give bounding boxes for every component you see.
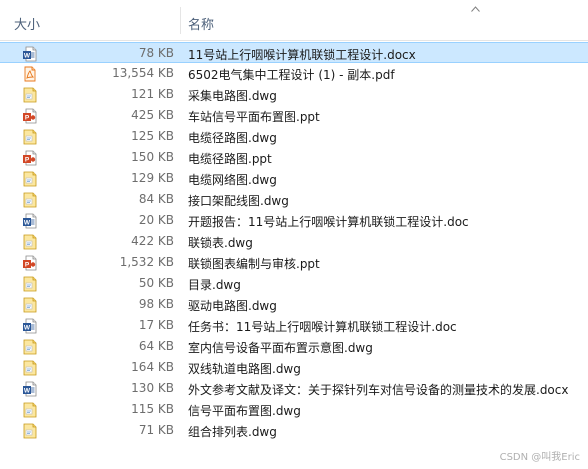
file-size: 1,532 KB [119,255,174,269]
file-name[interactable]: 组合排列表.dwg [188,423,277,440]
file-name[interactable]: 外文参考文献及译文：关于探针列车对信号设备的测量技术的发展.docx [188,381,568,398]
file-size: 84 KB [138,192,174,206]
file-row[interactable]: 64 KB 室内信号设备平面布置示意图.dwg [0,336,588,357]
dwg-drawing-icon [22,87,38,103]
file-name[interactable]: 室内信号设备平面布置示意图.dwg [188,339,373,356]
dwg-drawing-icon [22,234,38,250]
file-size: 50 KB [138,276,174,290]
word-document-icon: W [22,318,38,334]
file-name[interactable]: 任务书：11号站上行咽喉计算机联锁工程设计.doc [188,318,457,335]
dwg-drawing-icon [22,171,38,187]
dwg-drawing-icon [22,276,38,292]
file-name[interactable]: 车站信号平面布置图.ppt [188,108,320,125]
file-name[interactable]: 信号平面布置图.dwg [188,402,301,419]
word-document-icon: W [22,381,38,397]
word-document-icon: W [22,213,38,229]
file-size: 98 KB [138,297,174,311]
file-list: W 78 KB 11号站上行咽喉计算机联锁工程设计.docx 13,554 KB 650… [0,42,588,441]
file-name[interactable]: 电缆网络图.dwg [188,171,277,188]
dwg-drawing-icon [22,423,38,439]
file-size: 130 KB [131,381,174,395]
file-name[interactable]: 采集电路图.dwg [188,87,277,104]
file-size: 71 KB [138,423,174,437]
file-row[interactable]: 98 KB 驱动电路图.dwg [0,294,588,315]
dwg-drawing-icon [22,192,38,208]
file-row[interactable]: W 20 KB 开题报告：11号站上行咽喉计算机联锁工程设计.doc [0,210,588,231]
file-size: 20 KB [138,213,174,227]
file-size: 64 KB [138,339,174,353]
dwg-drawing-icon [22,129,38,145]
file-row[interactable]: 13,554 KB 6502电气集中工程设计 (1) - 副本.pdf [0,63,588,84]
file-row[interactable]: 115 KB 信号平面布置图.dwg [0,399,588,420]
file-size: 115 KB [131,402,174,416]
dwg-drawing-icon [22,360,38,376]
file-size: 129 KB [131,171,174,185]
word-document-icon: W [22,46,38,62]
file-name[interactable]: 接口架配线图.dwg [188,192,289,209]
file-size: 121 KB [131,87,174,101]
file-row[interactable]: 71 KB 组合排列表.dwg [0,420,588,441]
file-row[interactable]: 129 KB 电缆网络图.dwg [0,168,588,189]
file-name[interactable]: 11号站上行咽喉计算机联锁工程设计.docx [188,46,416,63]
file-row[interactable]: 50 KB 目录.dwg [0,273,588,294]
file-size: 125 KB [131,129,174,143]
column-header-bar: 大小 名称 [0,0,588,41]
svg-text:W: W [24,388,31,395]
svg-text:W: W [24,53,31,60]
file-row[interactable]: P 1,532 KB 联锁图表编制与审核.ppt [0,252,588,273]
file-size: 425 KB [131,108,174,122]
dwg-drawing-icon [22,402,38,418]
sort-ascending-icon [471,6,480,12]
file-size: 78 KB [138,46,174,60]
file-name[interactable]: 驱动电路图.dwg [188,297,277,314]
column-divider[interactable] [180,7,181,34]
svg-text:P: P [25,262,30,269]
watermark: CSDN @叫我Eric [499,452,580,463]
file-row[interactable]: 125 KB 电缆径路图.dwg [0,126,588,147]
file-row[interactable]: W 78 KB 11号站上行咽喉计算机联锁工程设计.docx [0,42,588,63]
powerpoint-document-icon: P [22,108,38,124]
svg-text:W: W [24,220,31,227]
file-name[interactable]: 联锁表.dwg [188,234,253,251]
file-row[interactable]: P 150 KB 电缆径路图.ppt [0,147,588,168]
file-row[interactable]: 84 KB 接口架配线图.dwg [0,189,588,210]
pdf-document-icon [22,66,38,82]
file-row[interactable]: 164 KB 双线轨道电路图.dwg [0,357,588,378]
svg-text:P: P [25,115,30,122]
file-name[interactable]: 目录.dwg [188,276,241,293]
file-name[interactable]: 联锁图表编制与审核.ppt [188,255,320,272]
file-name[interactable]: 电缆径路图.dwg [188,129,277,146]
file-size: 17 KB [138,318,174,332]
file-row[interactable]: 422 KB 联锁表.dwg [0,231,588,252]
column-header-name[interactable]: 名称 [188,14,214,33]
file-size: 13,554 KB [112,66,174,80]
file-size: 422 KB [131,234,174,248]
file-row[interactable]: W 17 KB 任务书：11号站上行咽喉计算机联锁工程设计.doc [0,315,588,336]
svg-text:P: P [25,157,30,164]
column-header-size[interactable]: 大小 [14,14,40,33]
file-size: 164 KB [131,360,174,374]
file-name[interactable]: 开题报告：11号站上行咽喉计算机联锁工程设计.doc [188,213,469,230]
file-name[interactable]: 双线轨道电路图.dwg [188,360,301,377]
powerpoint-document-icon: P [22,150,38,166]
file-row[interactable]: 121 KB 采集电路图.dwg [0,84,588,105]
file-row[interactable]: W 130 KB 外文参考文献及译文：关于探针列车对信号设备的测量技术的发展.doc… [0,378,588,399]
file-row[interactable]: P 425 KB 车站信号平面布置图.ppt [0,105,588,126]
dwg-drawing-icon [22,339,38,355]
file-name[interactable]: 6502电气集中工程设计 (1) - 副本.pdf [188,66,395,83]
powerpoint-document-icon: P [22,255,38,271]
svg-text:W: W [24,325,31,332]
dwg-drawing-icon [22,297,38,313]
file-name[interactable]: 电缆径路图.ppt [188,150,272,167]
file-explorer-window: 大小 名称 W 78 KB 11号站上行咽喉计算机联锁工程设计.docx 13,554… [0,0,588,469]
file-size: 150 KB [131,150,174,164]
